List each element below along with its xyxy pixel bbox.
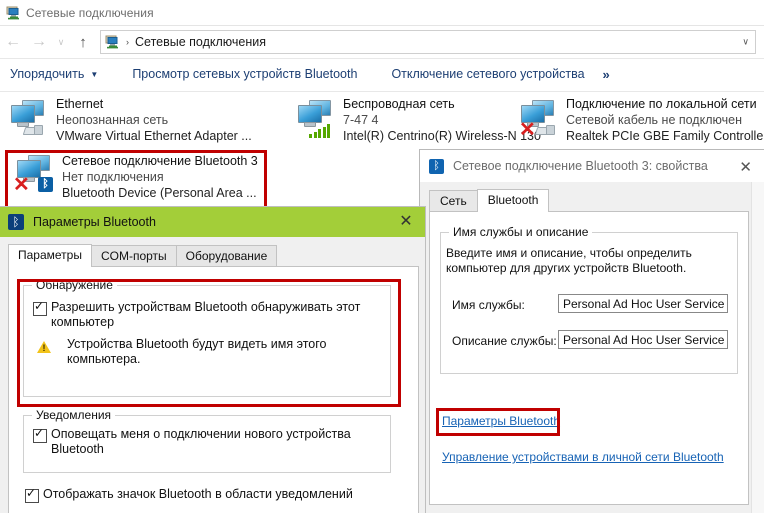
bluetooth-icon: ᛒ bbox=[8, 214, 24, 230]
group-description: Введите имя и описание, чтобы определить… bbox=[446, 246, 692, 275]
notify-new-device-label: Оповещать меня о подключении нового устр… bbox=[51, 427, 351, 456]
connection-status: 7-47 4 bbox=[343, 113, 379, 127]
properties-tab-page: Имя службы и описание Введите имя и опис… bbox=[429, 211, 749, 505]
address-box[interactable]: › Сетевые подключения ∨ bbox=[100, 30, 756, 54]
bluetooth-settings-tabstrip: Параметры COM-порты Оборудование bbox=[8, 244, 278, 267]
highlight-box-bluetooth-parameters-link bbox=[436, 408, 560, 436]
red-x-icon: ✕ bbox=[519, 119, 536, 141]
connection-text: Подключение по локальной сети Сетевой ка… bbox=[566, 97, 764, 143]
toolbar-divider bbox=[0, 91, 764, 92]
service-name-input[interactable]: Personal Ad Hoc User Service bbox=[558, 294, 728, 313]
network-plug-icon bbox=[534, 124, 555, 135]
group-legend: Имя службы и описание bbox=[449, 225, 593, 239]
highlight-box-discovery bbox=[17, 279, 401, 407]
screen-root: Сетевые подключения ← → ∨ ↑ › Сетевые по… bbox=[0, 0, 764, 513]
bluetooth-properties-dialog: ᛒ Сетевое подключение Bluetooth 3: свойс… bbox=[420, 150, 764, 513]
network-plug-icon bbox=[22, 124, 43, 135]
wifi-signal-icon bbox=[309, 124, 332, 138]
tab-bluetooth[interactable]: Bluetooth bbox=[476, 189, 550, 212]
manage-pan-devices-link[interactable]: Управление устройствами в личной сети Bl… bbox=[442, 450, 724, 464]
organize-button[interactable]: Упорядочить ▼ bbox=[0, 62, 108, 86]
connection-device: VMware Virtual Ethernet Adapter ... bbox=[56, 129, 252, 143]
explorer-window-title: Сетевые подключения bbox=[26, 6, 154, 20]
dialog-scrollbar[interactable] bbox=[751, 182, 764, 513]
tab-hardware[interactable]: Оборудование bbox=[175, 245, 278, 267]
explorer-title-bar: Сетевые подключения bbox=[0, 0, 764, 26]
tab-network[interactable]: Сеть bbox=[429, 190, 478, 212]
bluetooth-icon: ᛒ bbox=[429, 158, 444, 174]
notify-new-device-checkbox[interactable] bbox=[33, 427, 47, 443]
show-bluetooth-icon-checkbox[interactable] bbox=[25, 487, 39, 503]
service-description-input[interactable]: Personal Ad Hoc User Service bbox=[558, 330, 728, 349]
explorer-toolbar: Упорядочить ▼ Просмотр сетевых устройств… bbox=[0, 59, 764, 89]
properties-title-bar: ᛒ Сетевое подключение Bluetooth 3: свойс… bbox=[420, 150, 764, 182]
bluetooth-settings-window: ᛒ Параметры Bluetooth ✕ Параметры COM-по… bbox=[0, 207, 425, 513]
connection-device: Realtek PCIe GBE Family Controller bbox=[566, 129, 764, 143]
disable-network-device-button[interactable]: Отключение сетевого устройства bbox=[381, 62, 594, 86]
connection-status: Неопознанная сеть bbox=[56, 113, 169, 127]
bluetooth-settings-title-bar: ᛒ Параметры Bluetooth ✕ bbox=[0, 207, 425, 237]
close-icon[interactable]: ✕ bbox=[397, 213, 415, 231]
bluetooth-settings-title: Параметры Bluetooth bbox=[33, 215, 156, 229]
network-connections-icon bbox=[6, 5, 22, 21]
connection-icon-group: ✕ bbox=[518, 98, 562, 140]
connection-name: Подключение по локальной сети bbox=[566, 97, 757, 111]
service-description-label: Описание службы: bbox=[452, 334, 557, 348]
bluetooth-settings-tab-page: Обнаружение Разрешить устройствам Blueto… bbox=[8, 266, 419, 513]
connection-text: Беспроводная сеть 7-47 4 Intel(R) Centri… bbox=[343, 97, 541, 143]
connection-name: Беспроводная сеть bbox=[343, 97, 455, 111]
properties-body: Сеть Bluetooth Имя службы и описание Вве… bbox=[420, 182, 764, 513]
toolbar-overflow-button[interactable]: » bbox=[595, 67, 618, 82]
properties-title: Сетевое подключение Bluetooth 3: свойств… bbox=[453, 159, 708, 173]
service-name-label: Имя службы: bbox=[452, 298, 525, 312]
address-network-icon bbox=[105, 34, 121, 50]
connection-text: Ethernet Неопознанная сеть VMware Virtua… bbox=[56, 97, 252, 143]
recent-locations-button[interactable]: ∨ bbox=[52, 29, 70, 55]
organize-label: Упорядочить bbox=[10, 67, 85, 81]
chevron-down-icon: ▼ bbox=[90, 69, 99, 79]
breadcrumb[interactable]: Сетевые подключения bbox=[135, 35, 266, 49]
close-icon[interactable]: ✕ bbox=[739, 158, 752, 176]
up-button[interactable]: ↑ bbox=[70, 29, 96, 55]
tab-com-ports[interactable]: COM-порты bbox=[90, 245, 177, 267]
connection-icon-group bbox=[295, 98, 339, 140]
connection-name: Ethernet bbox=[56, 97, 104, 111]
address-bar-row: ← → ∨ ↑ › Сетевые подключения ∨ bbox=[0, 26, 764, 58]
highlight-box-bluetooth-connection bbox=[5, 150, 267, 210]
tab-parameters[interactable]: Параметры bbox=[8, 244, 92, 267]
notifications-legend: Уведомления bbox=[32, 408, 116, 422]
properties-tabstrip: Сеть Bluetooth bbox=[429, 189, 550, 212]
connection-status: Сетевой кабель не подключен bbox=[566, 113, 742, 127]
connection-device: Intel(R) Centrino(R) Wireless-N 130 bbox=[343, 129, 541, 143]
show-bluetooth-icon-label: Отображать значок Bluetooth в области ув… bbox=[43, 487, 353, 501]
connection-icon-group bbox=[8, 98, 52, 140]
view-bluetooth-devices-button[interactable]: Просмотр сетевых устройств Bluetooth bbox=[122, 62, 367, 86]
forward-button[interactable]: → bbox=[26, 29, 52, 55]
breadcrumb-separator-icon: › bbox=[126, 37, 129, 47]
back-button[interactable]: ← bbox=[0, 29, 26, 55]
bluetooth-settings-body: Параметры COM-порты Оборудование Обнаруж… bbox=[0, 237, 425, 513]
chevron-down-icon[interactable]: ∨ bbox=[742, 37, 749, 48]
